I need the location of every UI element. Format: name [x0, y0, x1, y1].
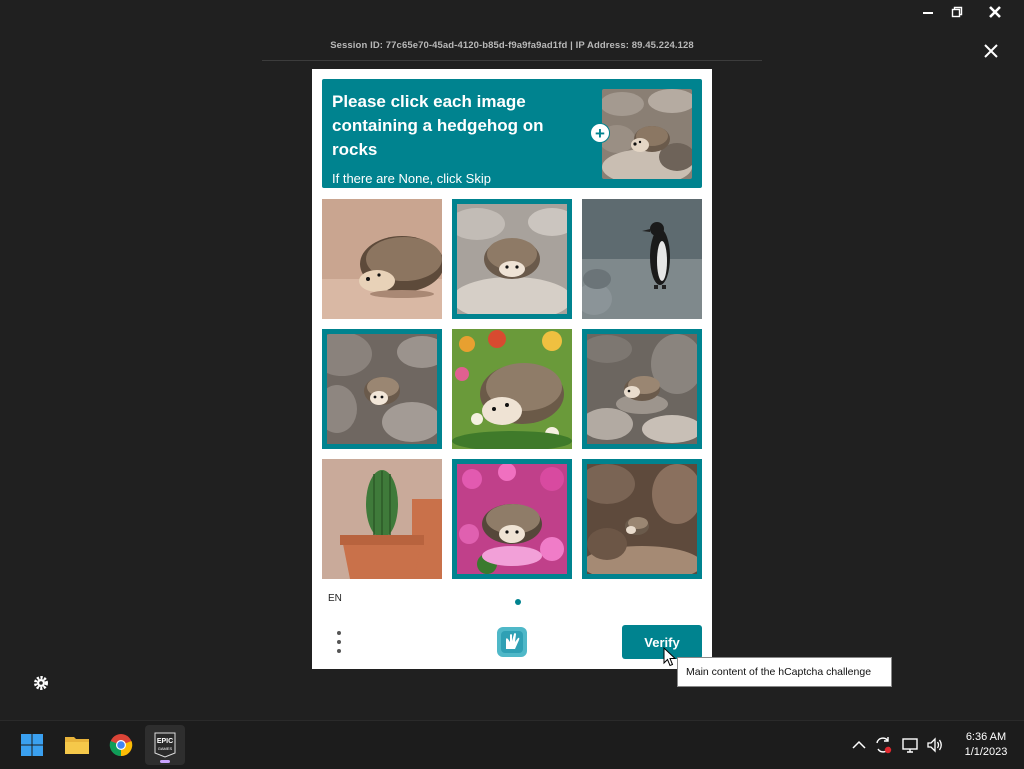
network-icon[interactable]: [900, 735, 920, 755]
start-icon: [21, 734, 43, 756]
dot-icon: [337, 631, 341, 635]
restore-icon: [951, 6, 963, 18]
image-tile[interactable]: [322, 199, 442, 319]
verify-button[interactable]: Verify: [622, 625, 702, 659]
minimize-button[interactable]: [914, 2, 942, 22]
restore-button[interactable]: [943, 2, 971, 22]
taskbar-epic-games[interactable]: EPIC GAMES: [145, 725, 185, 765]
start-button[interactable]: [12, 725, 52, 765]
sync-icon[interactable]: [873, 735, 893, 755]
chevron-up-icon[interactable]: [849, 735, 869, 755]
image-tile[interactable]: [322, 459, 442, 579]
image-tile[interactable]: [582, 199, 702, 319]
mouse-cursor-icon: [663, 647, 677, 667]
image-tile[interactable]: [582, 459, 702, 579]
taskbar: EPIC GAMES 6:36 AM 1/1/2023: [0, 720, 1024, 769]
minimize-icon: [923, 12, 933, 14]
taskbar-file-explorer[interactable]: [57, 725, 97, 765]
file-explorer-icon: [65, 737, 89, 754]
menu-button[interactable]: [330, 627, 348, 657]
prompt-title: Please click each image containing a hed…: [332, 92, 544, 159]
prompt-subtitle: If there are None, click Skip: [332, 171, 491, 186]
image-tile[interactable]: [452, 199, 572, 319]
close-icon: [984, 44, 998, 58]
example-image: [602, 89, 692, 179]
close-challenge-button[interactable]: [980, 40, 1002, 62]
clock-time: 6:36 AM: [965, 731, 1007, 743]
hcaptcha-logo-icon: [495, 625, 529, 659]
image-tile[interactable]: [452, 329, 572, 449]
session-info: Session ID: 77c65e70-45ad-4120-b85d-f9a9…: [330, 40, 694, 51]
close-window-button[interactable]: [981, 2, 1009, 22]
prompt-banner: Please click each image containing a hed…: [322, 79, 702, 188]
hedgehog-on-rocks-image: [327, 334, 437, 444]
plus-icon: +: [595, 123, 605, 143]
hedgehog-image: [452, 329, 572, 449]
hedgehog-on-rocks-image: [587, 334, 697, 444]
dot-icon: [337, 649, 341, 653]
gear-icon: [34, 676, 48, 690]
svg-text:EPIC: EPIC: [157, 738, 173, 745]
taskbar-chrome[interactable]: [101, 725, 141, 765]
hedgehog-on-rocks-image: [587, 464, 697, 574]
clock-date: 1/1/2023: [964, 746, 1008, 758]
hedgehog-image: [322, 199, 442, 319]
hedgehog-on-rocks-image: [602, 89, 692, 179]
close-icon: [989, 6, 1001, 18]
svg-text:GAMES: GAMES: [158, 746, 173, 751]
settings-button[interactable]: [32, 674, 50, 692]
epic-games-icon: EPIC GAMES: [154, 732, 176, 758]
language-selector[interactable]: EN: [328, 593, 342, 604]
cactus-image: [322, 459, 442, 579]
expand-example-button[interactable]: +: [590, 123, 610, 143]
page-indicator: [515, 599, 521, 605]
image-tile[interactable]: [582, 329, 702, 449]
image-grid: [322, 199, 702, 579]
dot-icon: [337, 640, 341, 644]
hedgehog-on-rocks-image: [457, 204, 567, 314]
hcaptcha-challenge: Please click each image containing a hed…: [312, 69, 712, 669]
active-indicator: [160, 760, 170, 763]
divider: [262, 60, 762, 61]
app-window: Session ID: 77c65e70-45ad-4120-b85d-f9a9…: [0, 0, 1024, 696]
volume-icon[interactable]: [925, 735, 945, 755]
image-tile[interactable]: [452, 459, 572, 579]
hedgehog-image: [457, 464, 567, 574]
image-tile[interactable]: [322, 329, 442, 449]
tooltip: Main content of the hCaptcha challenge: [677, 657, 892, 687]
penguin-image: [582, 199, 702, 319]
chrome-icon: [109, 734, 133, 757]
system-clock[interactable]: 6:36 AM 1/1/2023: [954, 730, 1018, 760]
